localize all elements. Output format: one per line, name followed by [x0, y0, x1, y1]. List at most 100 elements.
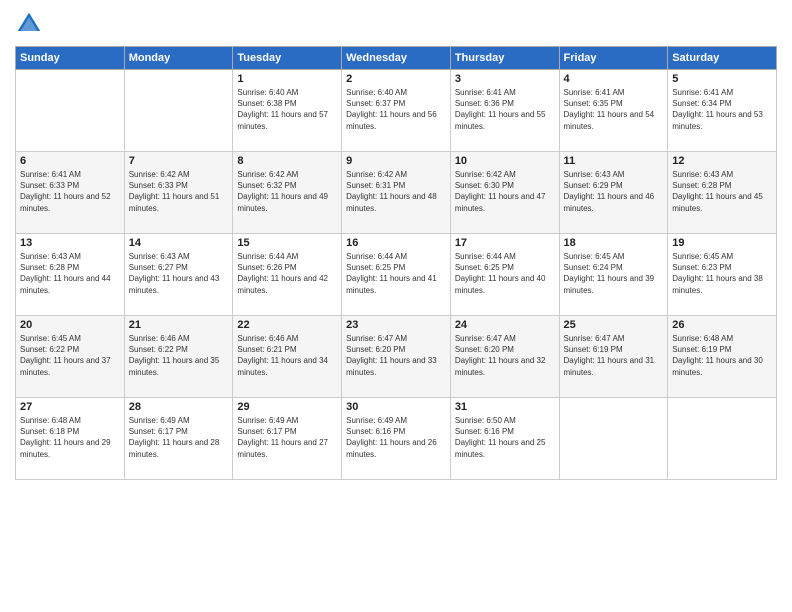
- calendar-cell: 9 Sunrise: 6:42 AMSunset: 6:31 PMDaylight…: [342, 152, 451, 234]
- calendar-cell: 30 Sunrise: 6:49 AMSunset: 6:16 PMDayligh…: [342, 398, 451, 480]
- day-info: Sunrise: 6:49 AMSunset: 6:17 PMDaylight:…: [129, 415, 229, 460]
- day-number: 19: [672, 237, 772, 249]
- calendar-cell: 20 Sunrise: 6:45 AMSunset: 6:22 PMDayligh…: [16, 316, 125, 398]
- day-number: 27: [20, 401, 120, 413]
- page: SundayMondayTuesdayWednesdayThursdayFrid…: [0, 0, 792, 612]
- day-number: 8: [237, 155, 337, 167]
- day-header-monday: Monday: [124, 47, 233, 70]
- day-info: Sunrise: 6:43 AMSunset: 6:28 PMDaylight:…: [20, 251, 120, 296]
- calendar-week-3: 13 Sunrise: 6:43 AMSunset: 6:28 PMDayligh…: [16, 234, 777, 316]
- calendar-cell: 19 Sunrise: 6:45 AMSunset: 6:23 PMDayligh…: [668, 234, 777, 316]
- calendar-cell: [668, 398, 777, 480]
- calendar-cell: 4 Sunrise: 6:41 AMSunset: 6:35 PMDaylight…: [559, 70, 668, 152]
- day-number: 15: [237, 237, 337, 249]
- day-number: 16: [346, 237, 446, 249]
- day-number: 17: [455, 237, 555, 249]
- calendar-cell: 28 Sunrise: 6:49 AMSunset: 6:17 PMDayligh…: [124, 398, 233, 480]
- day-number: 21: [129, 319, 229, 331]
- day-info: Sunrise: 6:40 AMSunset: 6:38 PMDaylight:…: [237, 87, 337, 132]
- day-info: Sunrise: 6:44 AMSunset: 6:25 PMDaylight:…: [346, 251, 446, 296]
- day-number: 14: [129, 237, 229, 249]
- logo: [15, 10, 45, 38]
- calendar-cell: 23Sunrise: 6:47 AMSunset: 6:20 PMDayligh…: [342, 316, 451, 398]
- day-header-tuesday: Tuesday: [233, 47, 342, 70]
- day-info: Sunrise: 6:45 AMSunset: 6:22 PMDaylight:…: [20, 333, 120, 378]
- day-info: Sunrise: 6:47 AMSunset: 6:20 PMDaylight:…: [455, 333, 555, 378]
- calendar-cell: 13 Sunrise: 6:43 AMSunset: 6:28 PMDayligh…: [16, 234, 125, 316]
- day-info: Sunrise: 6:42 AMSunset: 6:30 PMDaylight:…: [455, 169, 555, 214]
- calendar-week-2: 6Sunrise: 6:41 AMSunset: 6:33 PMDaylight…: [16, 152, 777, 234]
- calendar-week-1: 1 Sunrise: 6:40 AMSunset: 6:38 PMDaylight…: [16, 70, 777, 152]
- day-info: Sunrise: 6:41 AMSunset: 6:35 PMDaylight:…: [564, 87, 664, 132]
- day-info: Sunrise: 6:44 AMSunset: 6:25 PMDaylight:…: [455, 251, 555, 296]
- calendar-cell: 3 Sunrise: 6:41 AMSunset: 6:36 PMDaylight…: [450, 70, 559, 152]
- day-info: Sunrise: 6:43 AMSunset: 6:27 PMDaylight:…: [129, 251, 229, 296]
- calendar-cell: 22 Sunrise: 6:46 AMSunset: 6:21 PMDayligh…: [233, 316, 342, 398]
- calendar-cell: 5Sunrise: 6:41 AMSunset: 6:34 PMDaylight…: [668, 70, 777, 152]
- day-number: 7: [129, 155, 229, 167]
- day-header-sunday: Sunday: [16, 47, 125, 70]
- day-info: Sunrise: 6:47 AMSunset: 6:20 PMDaylight:…: [346, 333, 446, 378]
- calendar-cell: 25Sunrise: 6:47 AMSunset: 6:19 PMDayligh…: [559, 316, 668, 398]
- calendar-week-4: 20 Sunrise: 6:45 AMSunset: 6:22 PMDayligh…: [16, 316, 777, 398]
- day-info: Sunrise: 6:50 AMSunset: 6:16 PMDaylight:…: [455, 415, 555, 460]
- day-number: 30: [346, 401, 446, 413]
- day-info: Sunrise: 6:46 AMSunset: 6:21 PMDaylight:…: [237, 333, 337, 378]
- day-info: Sunrise: 6:43 AMSunset: 6:29 PMDaylight:…: [564, 169, 664, 214]
- calendar-cell: [124, 70, 233, 152]
- day-info: Sunrise: 6:48 AMSunset: 6:18 PMDaylight:…: [20, 415, 120, 460]
- calendar-cell: 24Sunrise: 6:47 AMSunset: 6:20 PMDayligh…: [450, 316, 559, 398]
- day-info: Sunrise: 6:41 AMSunset: 6:33 PMDaylight:…: [20, 169, 120, 214]
- day-info: Sunrise: 6:42 AMSunset: 6:31 PMDaylight:…: [346, 169, 446, 214]
- day-info: Sunrise: 6:40 AMSunset: 6:37 PMDaylight:…: [346, 87, 446, 132]
- day-number: 1: [237, 73, 337, 85]
- calendar-header-row: SundayMondayTuesdayWednesdayThursdayFrid…: [16, 47, 777, 70]
- day-header-thursday: Thursday: [450, 47, 559, 70]
- day-info: Sunrise: 6:41 AMSunset: 6:36 PMDaylight:…: [455, 87, 555, 132]
- day-number: 2: [346, 73, 446, 85]
- day-info: Sunrise: 6:47 AMSunset: 6:19 PMDaylight:…: [564, 333, 664, 378]
- day-number: 3: [455, 73, 555, 85]
- calendar-cell: 29 Sunrise: 6:49 AMSunset: 6:17 PMDayligh…: [233, 398, 342, 480]
- calendar-cell: 21 Sunrise: 6:46 AMSunset: 6:22 PMDayligh…: [124, 316, 233, 398]
- calendar-cell: 10 Sunrise: 6:42 AMSunset: 6:30 PMDayligh…: [450, 152, 559, 234]
- day-info: Sunrise: 6:49 AMSunset: 6:17 PMDaylight:…: [237, 415, 337, 460]
- day-header-wednesday: Wednesday: [342, 47, 451, 70]
- calendar-cell: 18 Sunrise: 6:45 AMSunset: 6:24 PMDayligh…: [559, 234, 668, 316]
- day-info: Sunrise: 6:42 AMSunset: 6:32 PMDaylight:…: [237, 169, 337, 214]
- day-number: 11: [564, 155, 664, 167]
- calendar-cell: 26 Sunrise: 6:48 AMSunset: 6:19 PMDayligh…: [668, 316, 777, 398]
- day-number: 5: [672, 73, 772, 85]
- day-number: 29: [237, 401, 337, 413]
- day-info: Sunrise: 6:46 AMSunset: 6:22 PMDaylight:…: [129, 333, 229, 378]
- calendar-cell: 1 Sunrise: 6:40 AMSunset: 6:38 PMDaylight…: [233, 70, 342, 152]
- calendar-cell: [16, 70, 125, 152]
- day-number: 10: [455, 155, 555, 167]
- day-info: Sunrise: 6:43 AMSunset: 6:28 PMDaylight:…: [672, 169, 772, 214]
- day-number: 18: [564, 237, 664, 249]
- day-number: 4: [564, 73, 664, 85]
- day-number: 13: [20, 237, 120, 249]
- calendar-cell: 27 Sunrise: 6:48 AMSunset: 6:18 PMDayligh…: [16, 398, 125, 480]
- day-header-friday: Friday: [559, 47, 668, 70]
- day-number: 9: [346, 155, 446, 167]
- day-info: Sunrise: 6:48 AMSunset: 6:19 PMDaylight:…: [672, 333, 772, 378]
- day-info: Sunrise: 6:44 AMSunset: 6:26 PMDaylight:…: [237, 251, 337, 296]
- calendar-cell: 31 Sunrise: 6:50 AMSunset: 6:16 PMDayligh…: [450, 398, 559, 480]
- header: [15, 10, 777, 38]
- calendar-cell: 15 Sunrise: 6:44 AMSunset: 6:26 PMDayligh…: [233, 234, 342, 316]
- day-number: 20: [20, 319, 120, 331]
- day-number: 12: [672, 155, 772, 167]
- day-info: Sunrise: 6:45 AMSunset: 6:24 PMDaylight:…: [564, 251, 664, 296]
- calendar-cell: 7Sunrise: 6:42 AMSunset: 6:33 PMDaylight…: [124, 152, 233, 234]
- day-number: 22: [237, 319, 337, 331]
- calendar-week-5: 27 Sunrise: 6:48 AMSunset: 6:18 PMDayligh…: [16, 398, 777, 480]
- calendar-table: SundayMondayTuesdayWednesdayThursdayFrid…: [15, 46, 777, 480]
- day-number: 31: [455, 401, 555, 413]
- day-number: 26: [672, 319, 772, 331]
- calendar-cell: 12 Sunrise: 6:43 AMSunset: 6:28 PMDayligh…: [668, 152, 777, 234]
- day-info: Sunrise: 6:45 AMSunset: 6:23 PMDaylight:…: [672, 251, 772, 296]
- day-number: 28: [129, 401, 229, 413]
- day-info: Sunrise: 6:49 AMSunset: 6:16 PMDaylight:…: [346, 415, 446, 460]
- calendar-cell: 6Sunrise: 6:41 AMSunset: 6:33 PMDaylight…: [16, 152, 125, 234]
